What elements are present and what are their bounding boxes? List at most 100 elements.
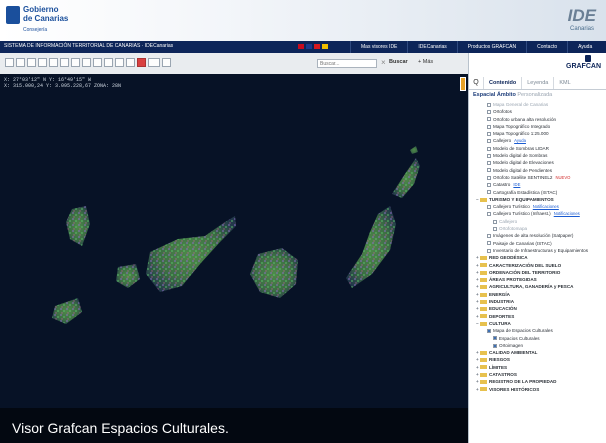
- print-icon[interactable]: [82, 58, 91, 67]
- layer-group[interactable]: + ÁREAS PROTEGIDAS: [471, 276, 606, 283]
- layer-item[interactable]: Mapa de Espacios Culturales: [471, 327, 606, 334]
- hand-icon[interactable]: [5, 58, 14, 67]
- layer-checkbox[interactable]: [487, 102, 491, 107]
- 3d-icon[interactable]: [148, 58, 160, 67]
- menu-item-productos[interactable]: Productos GRAFCAN: [456, 41, 526, 53]
- layer-item[interactable]: Imágenes de alta resolución (Satpaper): [471, 232, 606, 239]
- help-icon[interactable]: [162, 58, 171, 67]
- grafcan-logo[interactable]: GRAFCAN: [566, 63, 601, 70]
- layer-tag[interactable]: Notificaciones: [533, 204, 559, 209]
- search-icon[interactable]: Q: [469, 77, 483, 89]
- layer-group[interactable]: + EDUCACIÓN: [471, 305, 606, 312]
- layer-checkbox[interactable]: [487, 168, 491, 173]
- layer-item[interactable]: Cartografía Estadística (ISTAC): [471, 189, 606, 196]
- layer-group[interactable]: + RIESGOS: [471, 356, 606, 363]
- search-button[interactable]: Buscar: [389, 59, 408, 65]
- layer-item[interactable]: Modelo digital de Elevaciones: [471, 159, 606, 166]
- layer-item[interactable]: Modelo de Sombras LIDAR: [471, 145, 606, 152]
- search-input[interactable]: [317, 59, 377, 68]
- layer-item[interactable]: Callejero Turístico (Infraest.) Notificac…: [471, 210, 606, 217]
- area-icon[interactable]: [60, 58, 69, 67]
- layer-item[interactable]: Inventario de Infraestructuras y Equipam…: [471, 247, 606, 254]
- layer-checkbox[interactable]: [487, 153, 491, 158]
- layer-item[interactable]: Ortofotos: [471, 108, 606, 115]
- layer-item[interactable]: Ortofoto urbana alta resolución: [471, 116, 606, 123]
- menu-item-ayuda[interactable]: Ayuda: [567, 41, 602, 53]
- layer-group[interactable]: + REGISTRO DE LA PROPIEDAD: [471, 378, 606, 385]
- gobierno-canarias-logo-icon[interactable]: [6, 6, 20, 24]
- layer-checkbox[interactable]: [487, 248, 491, 253]
- layers-icon[interactable]: [126, 58, 135, 67]
- layer-tag[interactable]: IDE: [513, 182, 520, 187]
- layer-item[interactable]: Espacios Culturales: [471, 335, 606, 342]
- layer-checkbox[interactable]: [487, 110, 491, 115]
- layer-item[interactable]: Ortofotomapa: [471, 225, 606, 232]
- more-button[interactable]: + Más: [418, 59, 433, 65]
- layer-group[interactable]: + ENERGÍA: [471, 291, 606, 298]
- zoom-out-icon[interactable]: [27, 58, 36, 67]
- clear-search-icon[interactable]: ×: [381, 58, 386, 67]
- menu-item-contacto[interactable]: Contacto: [526, 41, 567, 53]
- home-icon[interactable]: [93, 58, 102, 67]
- flag-german-icon[interactable]: [314, 44, 320, 49]
- menu-item-mas-visores[interactable]: Mas visores IDE: [350, 41, 407, 53]
- layer-checkbox[interactable]: [487, 190, 491, 195]
- layer-group[interactable]: − CULTURA: [471, 320, 606, 327]
- draw-icon[interactable]: [71, 58, 80, 67]
- layer-tag[interactable]: Notificaciones: [554, 211, 580, 216]
- layer-checkbox[interactable]: [493, 226, 497, 231]
- layer-group[interactable]: + AGRICULTURA, GANADERÍA y PESCA: [471, 283, 606, 290]
- pdf-icon[interactable]: [137, 58, 146, 67]
- layer-item[interactable]: Callejero Ayuda: [471, 137, 606, 144]
- layer-group[interactable]: + DEPORTES: [471, 313, 606, 320]
- layer-checkbox[interactable]: [493, 336, 497, 341]
- back-icon[interactable]: [104, 58, 113, 67]
- layer-item[interactable]: Ortofoto Satélite SENTINEL2 NUEVO: [471, 174, 606, 181]
- layer-checkbox[interactable]: [487, 212, 491, 217]
- measure-icon[interactable]: [49, 58, 58, 67]
- layer-checkbox[interactable]: [487, 204, 491, 209]
- subheader-espacial[interactable]: Espacial: [473, 92, 495, 98]
- flag-english-icon[interactable]: [306, 44, 312, 49]
- layer-checkbox[interactable]: [493, 219, 497, 224]
- info-icon[interactable]: [38, 58, 47, 67]
- layer-group[interactable]: + CALIDAD AMBIENTAL: [471, 349, 606, 356]
- zoom-in-icon[interactable]: [16, 58, 25, 67]
- tab-kml[interactable]: KML: [553, 77, 575, 89]
- layer-checkbox[interactable]: [487, 117, 491, 122]
- layer-group[interactable]: + INDUSTRIA: [471, 298, 606, 305]
- layer-group[interactable]: + RED GEODÉSICA: [471, 254, 606, 261]
- ide-canarias-logo[interactable]: IDE: [568, 6, 596, 26]
- subheader-ambito[interactable]: Ámbito: [497, 92, 516, 98]
- layer-item[interactable]: Catastro IDE: [471, 181, 606, 188]
- layer-group[interactable]: + ORDENACIÓN DEL TERRITORIO: [471, 269, 606, 276]
- tab-contenido[interactable]: Contenido: [483, 77, 522, 89]
- flag-french-icon[interactable]: [322, 44, 328, 49]
- layer-checkbox[interactable]: [487, 175, 491, 180]
- layer-checkbox[interactable]: [487, 124, 491, 129]
- layer-group[interactable]: − TURISMO Y EQUIPAMIENTOS: [471, 196, 606, 203]
- layer-checkbox[interactable]: [487, 241, 491, 246]
- layer-checkbox[interactable]: [493, 343, 497, 348]
- flag-spanish-icon[interactable]: [298, 44, 304, 49]
- map-canvas[interactable]: X: 27°03'12" N Y: 16°49'15" W X: 315.000…: [0, 74, 468, 443]
- layer-group[interactable]: + CATASTROS: [471, 371, 606, 378]
- layer-item[interactable]: Modelo digital de Sombras: [471, 152, 606, 159]
- layer-group[interactable]: + VISORES HISTÓRICOS: [471, 386, 606, 393]
- layer-item[interactable]: Mapa General de Canarias: [471, 101, 606, 108]
- layer-checkbox[interactable]: [487, 146, 491, 151]
- subheader-personalizada[interactable]: Personalizada: [517, 92, 552, 98]
- layer-group[interactable]: + CARACTERIZACIÓN DEL SUELO: [471, 262, 606, 269]
- layer-item[interactable]: Modelo digital de Pendientes: [471, 167, 606, 174]
- gobierno-canarias-logo-text[interactable]: Gobierno de Canarias: [23, 5, 68, 23]
- tab-leyenda[interactable]: Leyenda: [521, 77, 553, 89]
- layer-item[interactable]: Callejero: [471, 218, 606, 225]
- layer-item[interactable]: Paisaje de Canarias (ISTAC): [471, 240, 606, 247]
- layer-tag[interactable]: NUEVO: [556, 175, 571, 180]
- layer-item[interactable]: Callejero Turístico Notificaciones: [471, 203, 606, 210]
- layer-group[interactable]: + LÍMITES: [471, 364, 606, 371]
- layer-checkbox[interactable]: [487, 234, 491, 239]
- layer-tag[interactable]: Ayuda: [514, 138, 526, 143]
- forward-icon[interactable]: [115, 58, 124, 67]
- layer-checkbox[interactable]: [487, 183, 491, 188]
